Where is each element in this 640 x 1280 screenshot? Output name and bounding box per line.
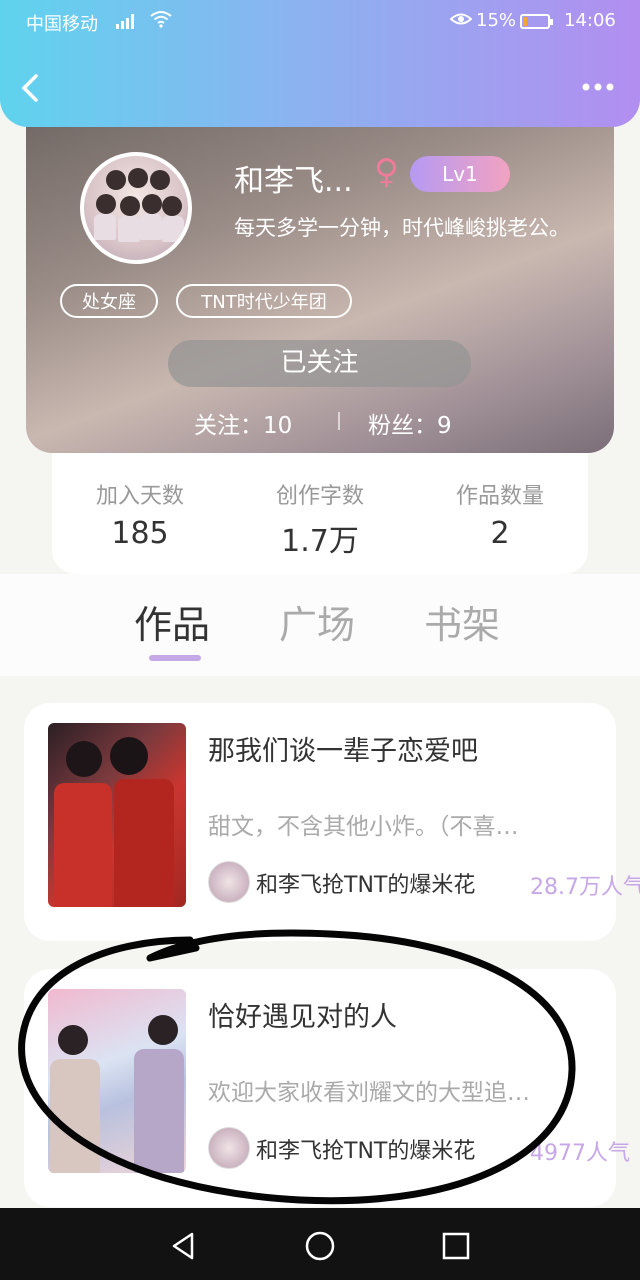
divider: [338, 412, 340, 430]
tab-plaza[interactable]: 广场: [279, 594, 355, 649]
work-card[interactable]: 那我们谈一辈子恋爱吧 甜文，不含其他小炸。（不喜… 和李飞抢TNT的爆米花 28…: [24, 703, 640, 941]
avatar[interactable]: [80, 152, 192, 264]
back-icon[interactable]: [18, 68, 54, 108]
tab-indicator: [149, 655, 201, 661]
nav-home-icon[interactable]: [300, 1226, 340, 1266]
popularity-count: 4977人气: [530, 1141, 630, 1166]
stat-words: 创作字数 1.7万: [250, 478, 390, 560]
follow-button[interactable]: 已关注: [168, 340, 471, 387]
work-description: 欢迎大家收看刘耀文的大型追…: [208, 1080, 530, 1106]
work-card[interactable]: 恰好遇见对的人 欢迎大家收看刘耀文的大型追… 和李飞抢TNT的爆米花 4977人…: [24, 969, 630, 1207]
profile-card: 和李飞... ♀ Lv1 每天多学一分钟，时代峰峻挑老公。 处女座 TNT时代少…: [26, 100, 614, 453]
status-bar: 中国移动 15% 14:06: [0, 0, 640, 44]
nav-back-icon[interactable]: [164, 1226, 204, 1266]
carrier-name: 中国移动: [26, 14, 98, 35]
profile-bio: 每天多学一分钟，时代峰峻挑老公。: [234, 216, 570, 240]
tag-group[interactable]: TNT时代少年团: [176, 284, 352, 318]
tab-bookshelf[interactable]: 书架: [424, 594, 500, 649]
level-badge: Lv1: [410, 156, 510, 192]
header-bar: 中国移动 15% 14:06: [0, 0, 640, 127]
more-icon[interactable]: [578, 70, 622, 106]
popularity-count: 28.7万人气: [530, 875, 640, 900]
work-title: 恰好遇见对的人: [208, 1002, 397, 1033]
work-cover-image[interactable]: [48, 989, 186, 1173]
stat-days: 加入天数 185: [70, 478, 210, 551]
battery-percent: 15%: [476, 10, 517, 31]
stat-works: 作品数量 2: [430, 478, 570, 551]
author-name: 和李飞抢TNT的爆米花: [256, 873, 476, 898]
author-name: 和李飞抢TNT的爆米花: [256, 1139, 476, 1164]
tab-works[interactable]: 作品: [134, 594, 210, 649]
stat-value: 2: [490, 516, 510, 551]
battery-icon: [520, 14, 553, 29]
wifi-icon: [150, 10, 172, 33]
username: 和李飞...: [234, 164, 353, 199]
clock: 14:06: [564, 10, 616, 31]
eye-icon: [449, 10, 473, 33]
work-description: 甜文，不含其他小炸。（不喜…: [208, 814, 519, 840]
stat-label: 加入天数: [95, 484, 184, 509]
nav-recent-icon[interactable]: [436, 1226, 476, 1266]
work-cover-image[interactable]: [48, 723, 186, 907]
following-count[interactable]: 关注：10: [194, 406, 292, 440]
stat-label: 作品数量: [455, 484, 544, 509]
stat-value: 1.7万: [281, 524, 359, 559]
work-title: 那我们谈一辈子恋爱吧: [208, 736, 478, 767]
stat-label: 创作字数: [275, 484, 364, 509]
female-icon: ♀: [374, 152, 399, 192]
fans-count[interactable]: 粉丝：9: [368, 406, 452, 440]
stat-value: 185: [111, 516, 169, 551]
system-nav-bar: [0, 1208, 640, 1280]
author-avatar: [208, 861, 250, 903]
signal-icon: [116, 13, 134, 29]
tag-zodiac[interactable]: 处女座: [60, 284, 158, 318]
stats-panel: 加入天数 185 创作字数 1.7万 作品数量 2: [52, 440, 588, 574]
author-avatar: [208, 1127, 250, 1169]
